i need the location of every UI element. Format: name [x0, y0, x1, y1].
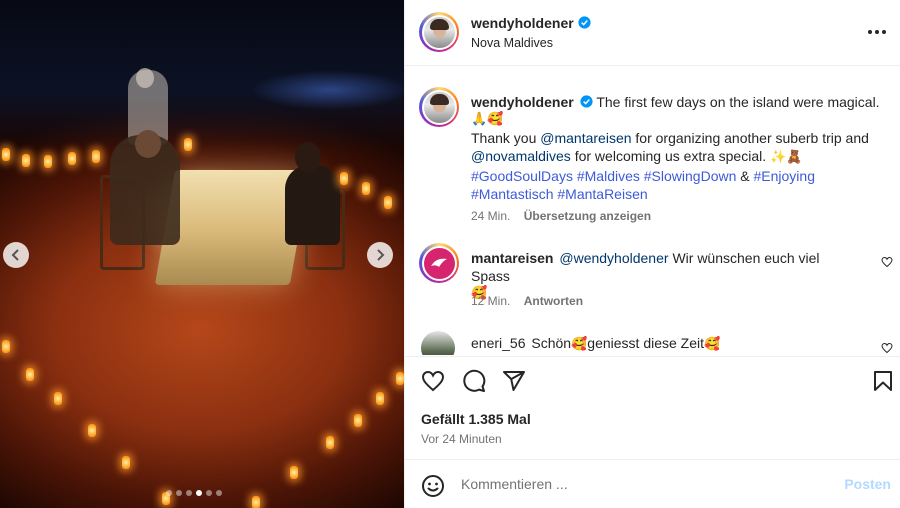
comment-1-reply-button[interactable]: Antworten [524, 294, 583, 308]
comment-1-mention[interactable]: @wendyholdener [559, 250, 668, 266]
caption-thanks: Thank you [471, 130, 537, 146]
lantern [362, 182, 370, 195]
lantern [54, 392, 62, 405]
mention-mantareisen[interactable]: @mantareisen [540, 130, 631, 146]
lantern [88, 424, 96, 437]
smiley-icon[interactable] [421, 474, 445, 498]
post-timestamp: Vor 24 Minuten [421, 432, 502, 446]
manta-logo-icon [423, 247, 455, 279]
lantern [68, 152, 76, 165]
post-location[interactable]: Nova Maldives [471, 36, 553, 50]
bookmark-icon[interactable] [871, 369, 895, 393]
caption-emoji-1: 🙏🥰 [471, 112, 504, 127]
photo-person-left-head [135, 130, 161, 158]
comment-2-text-after: geniesst diese Zeit [587, 335, 705, 351]
lantern [2, 148, 10, 161]
chevron-left-icon [11, 249, 19, 261]
heart-icon[interactable] [421, 369, 445, 393]
comment-1-like-heart-icon[interactable] [881, 256, 893, 268]
avatar-image [423, 91, 455, 123]
comment-2-username[interactable]: eneri_56 [471, 335, 526, 351]
comments-section[interactable]: wendyholdener The first few days on the … [405, 67, 900, 355]
commenter-avatar-mantareisen[interactable] [419, 243, 459, 283]
comment-2-emoji-2: 🥰 [704, 337, 721, 352]
comment-2-like-heart-icon[interactable] [881, 342, 893, 354]
lantern [354, 414, 362, 427]
hashtag-slowingdown[interactable]: #SlowingDown [644, 168, 737, 184]
photo-person-right-head [295, 142, 321, 172]
verified-badge-icon [578, 16, 591, 29]
comment-1-meta: 12 Min. Antworten [471, 294, 583, 308]
comment-2: eneri_56 Schön🥰geniesst diese Zeit🥰 [471, 334, 861, 354]
lantern [376, 392, 384, 405]
lantern [384, 196, 392, 209]
comment-icon[interactable] [462, 369, 486, 393]
carousel-dot [166, 490, 172, 496]
author-username[interactable]: wendyholdener [471, 15, 574, 31]
lantern [92, 150, 100, 163]
next-photo-button[interactable] [367, 242, 393, 268]
lantern [252, 496, 260, 508]
photo-person-right [285, 165, 340, 245]
comment-2-emoji-1: 🥰 [571, 337, 588, 352]
more-options-icon[interactable] [867, 22, 887, 42]
hashtag-enjoying[interactable]: #Enjoying [754, 168, 816, 184]
carousel-dot [176, 490, 182, 496]
caption-text-2: for organizing another suberb trip and [635, 130, 869, 146]
caption-meta: 24 Min. Übersetzung anzeigen [471, 209, 651, 223]
show-translation-link[interactable]: Übersetzung anzeigen [524, 209, 651, 223]
lantern [26, 368, 34, 381]
caption-emoji-2: ✨🧸 [770, 150, 803, 165]
hashtag-gooddsouldays[interactable]: #GoodSoulDays [471, 168, 573, 184]
caption-line1: The first few days on the island were ma… [596, 94, 880, 110]
lantern [2, 340, 10, 353]
lantern [44, 155, 52, 168]
author-avatar[interactable] [419, 12, 459, 52]
carousel-dot-active [196, 490, 202, 496]
photo-waiter-head [136, 68, 154, 88]
post-actions: Gefällt 1.385 Mal Vor 24 Minuten [405, 356, 900, 459]
comment-input[interactable] [461, 472, 831, 496]
hashtag-mantastisch[interactable]: #Mantastisch [471, 186, 553, 202]
carousel-dot [216, 490, 222, 496]
like-count[interactable]: Gefällt 1.385 Mal [421, 411, 531, 427]
lantern [184, 138, 192, 151]
caption-text: wendyholdener The first few days on the … [471, 93, 891, 203]
carousel-dot [186, 490, 192, 496]
carousel-dots [166, 490, 222, 496]
caption-avatar[interactable] [419, 87, 459, 127]
caption-time: 24 Min. [471, 209, 511, 223]
lantern [290, 466, 298, 479]
mention-novamaldives[interactable]: @novamaldives [471, 148, 571, 164]
avatar-image [423, 16, 455, 48]
hashtag-maldives[interactable]: #Maldives [577, 168, 640, 184]
hashtag-mantareisen[interactable]: #MantaReisen [557, 186, 647, 202]
chevron-right-icon [377, 249, 385, 261]
comment-1-time: 12 Min. [471, 294, 511, 308]
verified-badge-icon [580, 95, 593, 108]
commenter-avatar-eneri[interactable] [421, 331, 455, 355]
post-photo[interactable] [0, 0, 404, 508]
previous-photo-button[interactable] [3, 242, 29, 268]
caption-ampersand: & [740, 168, 750, 184]
comment-composer: Posten [405, 459, 900, 508]
post-comment-button[interactable]: Posten [844, 476, 891, 492]
photo-light [250, 70, 404, 110]
comment-2-text-before: Schön [531, 335, 572, 351]
post-detail-panel: wendyholdener Nova Maldives wendyholdene… [404, 0, 900, 508]
comment-1-username[interactable]: mantareisen [471, 250, 553, 266]
lantern [326, 436, 334, 449]
carousel-dot [206, 490, 212, 496]
lantern [340, 172, 348, 185]
post-header: wendyholdener Nova Maldives [405, 0, 900, 66]
lantern [396, 372, 404, 385]
caption-text-3: for welcoming us extra special. [574, 148, 767, 164]
lantern [122, 456, 130, 469]
send-icon[interactable] [502, 369, 526, 393]
caption-username[interactable]: wendyholdener [471, 94, 574, 110]
lantern [22, 154, 30, 167]
